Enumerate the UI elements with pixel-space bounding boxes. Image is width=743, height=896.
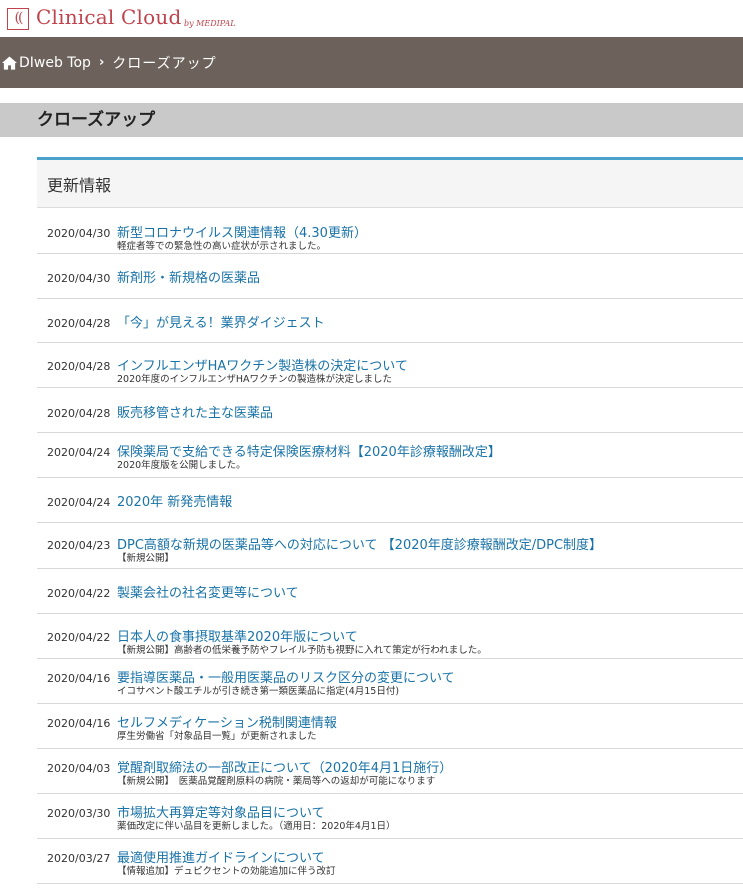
news-date: 2020/04/16 [47, 717, 111, 730]
news-title-link[interactable]: 最適使用推進ガイドラインについて [117, 847, 325, 866]
news-title-link[interactable]: 製薬会社の社名変更等について [117, 582, 299, 601]
news-date: 2020/04/30 [47, 272, 111, 285]
news-description: 【新規公開】 [117, 553, 175, 564]
news-item: 2020/04/30 新剤形・新規格の医薬品 [37, 254, 743, 299]
panel-heading: 更新情報 [37, 157, 743, 208]
news-title-link[interactable]: 日本人の食事摂取基準2020年版について [117, 626, 358, 645]
breadcrumb-current: クローズアップ [112, 55, 217, 72]
news-title-link[interactable]: 「今」が見える！業界ダイジェスト [117, 312, 325, 331]
news-row: 2020/04/28 「今」が見える！業界ダイジェスト [47, 312, 743, 331]
news-row: 2020/04/28 インフルエンザHAワクチン製造株の決定について [47, 355, 743, 374]
news-title-link[interactable]: セルフメディケーション税制関連情報 [117, 712, 337, 731]
news-date: 2020/04/28 [47, 407, 111, 420]
news-row: 2020/04/16 要指導医薬品・一般用医薬品のリスク区分の変更について [47, 667, 743, 686]
page-title: クローズアップ [0, 103, 743, 137]
news-item: 2020/04/23 DPC高額な新規の医薬品等への対応について 【2020年度診… [37, 523, 743, 569]
news-row: 2020/04/24 保険薬局で支給できる特定保険医療材料【2020年診療報酬改定… [47, 441, 743, 460]
updates-panel: 更新情報 2020/04/30 新型コロナウイルス関連情報（4.30更新） 軽症者等… [37, 157, 743, 884]
news-item: 2020/04/30 新型コロナウイルス関連情報（4.30更新） 軽症者等での緊急性… [37, 208, 743, 254]
news-title-link[interactable]: インフルエンザHAワクチン製造株の決定について [117, 355, 408, 374]
chevron-right-icon: › [98, 55, 105, 70]
news-title-link[interactable]: 要指導医薬品・一般用医薬品のリスク区分の変更について [117, 667, 455, 686]
news-date: 2020/04/28 [47, 360, 111, 373]
news-description: 軽症者等での緊急性の高い症状が示されました。 [117, 241, 327, 252]
news-item: 2020/04/22 製薬会社の社名変更等について [37, 569, 743, 614]
news-row: 2020/04/22 日本人の食事摂取基準2020年版について [47, 626, 743, 645]
home-icon [2, 55, 17, 70]
news-date: 2020/04/16 [47, 672, 111, 685]
news-title-link[interactable]: 新型コロナウイルス関連情報（4.30更新） [117, 222, 367, 241]
news-title-link[interactable]: 覚醒剤取締法の一部改正について（2020年4月1日施行） [117, 757, 452, 776]
news-description: 【新規公開】 医薬品覚醒剤原料の病院・薬局等への返却が可能になります [117, 776, 436, 787]
news-date: 2020/04/24 [47, 446, 111, 459]
news-row: 2020/04/30 新型コロナウイルス関連情報（4.30更新） [47, 222, 743, 241]
news-description: 【情報追加】デュピクセントの効能追加に伴う改訂 [117, 866, 336, 877]
news-description: 2020年度のインフルエンザHAワクチンの製造株が決定しました [117, 374, 393, 385]
news-item: 2020/04/28 「今」が見える！業界ダイジェスト [37, 299, 743, 343]
news-row: 2020/04/23 DPC高額な新規の医薬品等への対応について 【2020年度診… [47, 534, 743, 553]
news-item: 2020/04/28 インフルエンザHAワクチン製造株の決定について 2020年度の… [37, 343, 743, 388]
news-item: 2020/04/24 2020年 新発売情報 [37, 478, 743, 523]
news-description: 厚生労働省「対象品目一覧」が更新されました [117, 731, 317, 742]
news-title-link[interactable]: 市場拡大再算定等対象品目について [117, 802, 325, 821]
news-date: 2020/04/22 [47, 631, 111, 644]
news-description: 2020年度版を公開しました。 [117, 460, 246, 471]
breadcrumb-home-link[interactable]: DIweb Top [2, 55, 91, 71]
news-item: 2020/03/27 最適使用推進ガイドラインについて 【情報追加】デュピクセントの… [37, 839, 743, 884]
news-item: 2020/04/28 販売移管された主な医薬品 [37, 388, 743, 433]
clinical-cloud-logo-icon[interactable]: (( [7, 8, 29, 30]
news-title-link[interactable]: 保険薬局で支給できる特定保険医療材料【2020年診療報酬改定】 [117, 441, 501, 460]
news-item: 2020/04/24 保険薬局で支給できる特定保険医療材料【2020年診療報酬改定… [37, 433, 743, 478]
news-description: 【新規公開】高齢者の低栄養予防やフレイル予防も視野に入れて策定が行われました。 [117, 645, 487, 656]
news-title-link[interactable]: 2020年 新発売情報 [117, 491, 232, 510]
news-date: 2020/03/27 [47, 852, 111, 865]
news-title-link[interactable]: 販売移管された主な医薬品 [117, 402, 273, 421]
news-row: 2020/04/30 新剤形・新規格の医薬品 [47, 267, 743, 286]
news-title-link[interactable]: 新剤形・新規格の医薬品 [117, 267, 260, 286]
news-row: 2020/04/22 製薬会社の社名変更等について [47, 582, 743, 601]
news-date: 2020/04/30 [47, 227, 111, 240]
news-list: 2020/04/30 新型コロナウイルス関連情報（4.30更新） 軽症者等での緊急性… [37, 208, 743, 884]
site-logo-subtitle: by MEDIPAL [184, 19, 236, 28]
news-date: 2020/04/23 [47, 539, 111, 552]
news-description: イコサペント酸エチルが引き続き第一類医薬品に指定(4月15日付) [117, 686, 400, 697]
news-row: 2020/04/16 セルフメディケーション税制関連情報 [47, 712, 743, 731]
news-item: 2020/04/16 要指導医薬品・一般用医薬品のリスク区分の変更について イコサペ… [37, 659, 743, 704]
site-logo-title[interactable]: Clinical Cloud [36, 5, 181, 29]
news-row: 2020/04/03 覚醒剤取締法の一部改正について（2020年4月1日施行） [47, 757, 743, 776]
news-item: 2020/04/03 覚醒剤取締法の一部改正について（2020年4月1日施行） 【新… [37, 749, 743, 794]
news-row: 2020/03/27 最適使用推進ガイドラインについて [47, 847, 743, 866]
breadcrumb-home-label: DIweb Top [19, 54, 91, 71]
news-item: 2020/03/30 市場拡大再算定等対象品目について 薬価改定に伴い品目を更新しま… [37, 794, 743, 839]
news-row: 2020/03/30 市場拡大再算定等対象品目について [47, 802, 743, 821]
news-date: 2020/04/03 [47, 762, 111, 775]
news-row: 2020/04/24 2020年 新発売情報 [47, 491, 743, 510]
breadcrumb: DIweb Top › クローズアップ [0, 37, 743, 88]
news-row: 2020/04/28 販売移管された主な医薬品 [47, 402, 743, 421]
logo-bar: (( Clinical Cloud by MEDIPAL [0, 0, 743, 37]
news-item: 2020/04/22 日本人の食事摂取基準2020年版について 【新規公開】高齢者の… [37, 614, 743, 659]
news-description: 薬価改定に伴い品目を更新しました。（適用日：2020年4月1日） [117, 821, 396, 832]
news-date: 2020/04/28 [47, 317, 111, 330]
news-item: 2020/04/16 セルフメディケーション税制関連情報 厚生労働省「対象品目一覧」… [37, 704, 743, 749]
news-date: 2020/04/24 [47, 496, 111, 509]
news-date: 2020/04/22 [47, 587, 111, 600]
news-title-link[interactable]: DPC高額な新規の医薬品等への対応について 【2020年度診療報酬改定/DPC制… [117, 534, 602, 553]
news-date: 2020/03/30 [47, 807, 111, 820]
